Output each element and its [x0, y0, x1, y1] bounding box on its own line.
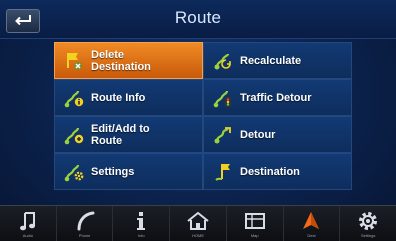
- tab-home-label: HOME: [192, 233, 205, 238]
- detour-button[interactable]: Detour: [203, 116, 352, 153]
- tab-settings-label: Settings: [360, 233, 376, 238]
- delete-destination-button[interactable]: Delete Destination: [54, 42, 203, 79]
- tab-info[interactable]: Info: [113, 206, 171, 241]
- tab-info-label: Info: [137, 233, 145, 238]
- tab-dest-label: Dest: [307, 233, 316, 238]
- route-settings-icon: [63, 162, 85, 182]
- page-title: Route: [174, 8, 222, 27]
- edit-route-icon: [63, 125, 85, 145]
- recalculate-label: Recalculate: [240, 54, 302, 67]
- gear-icon: [357, 209, 379, 233]
- destination-label: Destination: [240, 165, 300, 178]
- tab-dest[interactable]: Dest: [284, 206, 341, 241]
- traffic-detour-icon: [212, 88, 234, 108]
- route-info-icon: [63, 88, 85, 108]
- traffic-detour-label: Traffic Detour: [240, 91, 312, 104]
- destination-flag-icon: [212, 162, 234, 182]
- navigation-arrow-icon: [300, 209, 322, 233]
- tab-settings[interactable]: Settings: [340, 206, 396, 241]
- route-info-label: Route Info: [91, 91, 146, 104]
- music-note-icon: [18, 209, 38, 233]
- map-icon: [243, 209, 267, 233]
- delete-destination-label: Delete Destination: [91, 48, 151, 73]
- edit-add-to-route-button[interactable]: Edit/Add to Route: [54, 116, 203, 153]
- recalculate-icon: [212, 51, 234, 71]
- tab-map-label: Map: [250, 233, 259, 238]
- phone-icon: [75, 209, 95, 233]
- tab-audio-label: Audio: [22, 233, 33, 238]
- route-screen: Route Delete Destination Recalculate Rou…: [0, 0, 396, 241]
- bottom-nav-bar: Audio Phone Info HOME Map Dest Settings: [0, 205, 396, 241]
- route-info-button[interactable]: Route Info: [54, 79, 203, 116]
- settings-button[interactable]: Settings: [54, 153, 203, 190]
- recalculate-button[interactable]: Recalculate: [203, 42, 352, 79]
- tab-audio[interactable]: Audio: [0, 206, 57, 241]
- tab-map[interactable]: Map: [227, 206, 284, 241]
- tab-phone-label: Phone: [78, 233, 91, 238]
- edit-add-to-route-label: Edit/Add to Route: [91, 122, 150, 147]
- destination-button[interactable]: Destination: [203, 153, 352, 190]
- info-icon: [134, 209, 148, 233]
- detour-icon: [212, 125, 234, 145]
- home-icon: [186, 209, 210, 233]
- header-bar: Route: [0, 0, 396, 39]
- detour-label: Detour: [240, 128, 276, 141]
- tab-home[interactable]: HOME: [170, 206, 227, 241]
- delete-destination-icon: [63, 51, 85, 71]
- tab-phone[interactable]: Phone: [57, 206, 114, 241]
- settings-label: Settings: [91, 165, 135, 178]
- route-menu: Delete Destination Recalculate Route Inf…: [54, 42, 352, 190]
- traffic-detour-button[interactable]: Traffic Detour: [203, 79, 352, 116]
